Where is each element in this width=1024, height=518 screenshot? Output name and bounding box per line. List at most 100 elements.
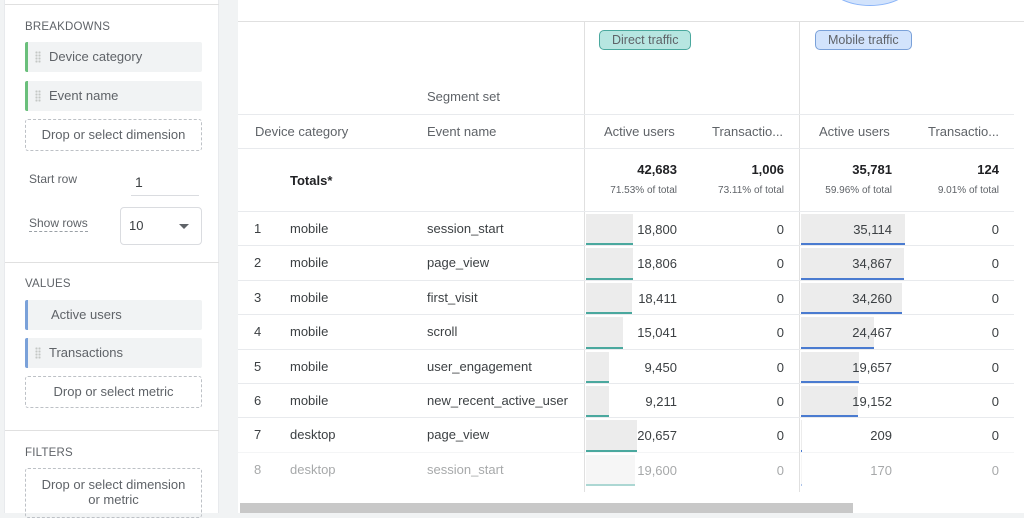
table-row[interactable]: 6 mobile new_recent_active_user 9,211 0 19,15…	[238, 383, 1024, 418]
cell-active-users-mobile: 19,152	[852, 394, 892, 409]
segment-venn-shape	[828, 0, 912, 6]
next-column-edge	[1014, 22, 1024, 492]
table-row[interactable]: 2 mobile page_view 18,806 0 34,867 0	[238, 245, 1024, 280]
cell-active-users-direct: 9,211	[645, 394, 677, 409]
show-rows-label: Show rows	[29, 216, 88, 232]
breakdowns-title: BREAKDOWNS	[25, 21, 111, 33]
horizontal-scrollbar[interactable]	[240, 503, 853, 513]
breakdown-chip-event-name[interactable]: Event name	[25, 81, 202, 111]
cell-transactions-mobile: 0	[991, 428, 999, 444]
column-header-active-users-direct[interactable]: Active users	[604, 124, 675, 139]
column-header-transactions-mobile[interactable]: Transactio...	[928, 124, 999, 139]
breakdown-chip-device-category[interactable]: Device category	[25, 42, 202, 72]
cell-event-name: scroll	[427, 324, 458, 340]
filters-title: FILTERS	[25, 447, 73, 459]
table-row[interactable]: 7 desktop page_view 20,657 0 209 0	[238, 417, 1024, 452]
table-row[interactable]: 1 mobile session_start 18,800 0 35,114 0	[238, 211, 1024, 246]
total-pct-active-users-direct: 71.53% of total	[610, 185, 677, 196]
cell-event-name: page_view	[427, 427, 490, 443]
breakdowns-section: BREAKDOWNS Device category Event name Dr…	[5, 4, 219, 262]
cell-active-users-mobile: 35,114	[853, 222, 892, 237]
cell-device-category: mobile	[290, 324, 329, 340]
segment-badge-mobile-traffic[interactable]: Mobile traffic	[815, 30, 912, 50]
cell-active-users-direct: 20,657	[637, 428, 677, 444]
cell-transactions-mobile: 0	[991, 359, 999, 375]
total-transactions-mobile: 124	[977, 162, 999, 177]
cell-active-users-mobile: 209	[870, 428, 892, 444]
show-rows-label-text: Show rows	[29, 216, 88, 232]
cell-device-category: desktop	[290, 461, 336, 477]
cell-transactions-direct: 0	[776, 394, 784, 409]
row-number: 4	[254, 324, 262, 340]
cell-active-users-mobile: 34,260	[852, 290, 892, 306]
totals-label: Totals*	[290, 173, 333, 188]
drop-metric-zone[interactable]: Drop or select metric	[25, 376, 202, 408]
table-row[interactable]: 8 desktop session_start 19,600 0 170 0	[238, 451, 1024, 487]
cell-event-name: user_engagement	[427, 358, 532, 374]
free-form-table: Direct traffic Mobile traffic Segment se…	[238, 0, 1024, 513]
column-header-transactions-direct[interactable]: Transactio...	[712, 124, 783, 139]
total-transactions-direct: 1,006	[751, 162, 784, 177]
row-divider	[238, 148, 1024, 149]
start-row-input[interactable]: 1	[131, 168, 199, 196]
cell-transactions-direct: 0	[776, 222, 784, 237]
cell-transactions-mobile: 0	[991, 256, 999, 272]
cell-transactions-direct: 0	[776, 325, 784, 341]
column-header-event-name[interactable]: Event name	[427, 124, 496, 139]
row-number: 7	[254, 427, 262, 443]
table-row[interactable]: 3 mobile first_visit 18,411 0 34,260 0	[238, 279, 1024, 315]
cell-transactions-direct: 0	[776, 290, 784, 306]
table-row[interactable]: 5 mobile user_engagement 9,450 0 19,657 0	[238, 348, 1024, 383]
filters-section: FILTERS Drop or select dimension or metr…	[5, 430, 219, 518]
row-number: 2	[254, 255, 262, 271]
cell-active-users-direct: 18,806	[637, 256, 677, 272]
row-number: 1	[254, 221, 262, 236]
cell-event-name: first_visit	[427, 289, 478, 305]
cell-active-users-mobile: 24,467	[852, 325, 892, 341]
value-chip-transactions[interactable]: Transactions	[25, 338, 202, 368]
total-active-users-mobile: 35,781	[852, 162, 892, 177]
cell-transactions-mobile: 0	[991, 325, 999, 341]
cell-active-users-direct: 15,041	[637, 325, 677, 341]
chevron-down-icon	[179, 224, 189, 229]
drop-filter-zone[interactable]: Drop or select dimension or metric	[25, 468, 202, 518]
segment-set-label: Segment set	[427, 89, 500, 104]
cell-event-name: session_start	[427, 461, 504, 477]
table-row[interactable]: 4 mobile scroll 15,041 0 24,467 0	[238, 314, 1024, 349]
total-pct-active-users-mobile: 59.96% of total	[825, 185, 892, 196]
cell-event-name: page_view	[427, 255, 490, 271]
cell-transactions-mobile: 0	[991, 222, 999, 237]
canvas-top-area	[238, 0, 1024, 22]
chip-label: Active users	[51, 307, 122, 322]
cell-device-category: desktop	[290, 427, 336, 443]
cell-device-category: mobile	[290, 255, 329, 271]
cell-transactions-mobile: 0	[991, 290, 999, 306]
cell-active-users-mobile: 34,867	[852, 256, 892, 272]
cell-device-category: mobile	[290, 221, 329, 236]
row-divider	[238, 114, 1024, 115]
cell-transactions-direct: 0	[776, 359, 784, 375]
show-rows-select[interactable]: 10	[120, 207, 202, 245]
row-number: 6	[254, 393, 262, 408]
row-number: 8	[254, 461, 262, 477]
values-section: VALUES Active users Transactions Drop or…	[5, 262, 219, 430]
drop-dimension-zone[interactable]: Drop or select dimension	[25, 119, 202, 151]
row-number: 3	[254, 289, 262, 305]
cell-transactions-direct: 0	[776, 428, 784, 444]
show-rows-value: 10	[129, 218, 144, 233]
cell-device-category: mobile	[290, 289, 329, 305]
segment-badge-direct-traffic[interactable]: Direct traffic	[599, 30, 692, 50]
cell-active-users-direct: 18,411	[638, 290, 677, 306]
chip-label: Transactions	[49, 345, 123, 360]
drag-handle-icon[interactable]	[35, 90, 41, 102]
cell-event-name: session_start	[427, 221, 504, 236]
drag-handle-icon[interactable]	[35, 51, 41, 63]
cell-active-users-direct: 19,600	[637, 462, 677, 478]
cell-active-users-direct: 18,800	[637, 222, 677, 237]
value-chip-active-users[interactable]: Active users	[25, 300, 202, 330]
column-header-active-users-mobile[interactable]: Active users	[819, 124, 890, 139]
column-header-device-category[interactable]: Device category	[255, 124, 348, 139]
drag-handle-icon[interactable]	[35, 347, 41, 359]
chip-label: Event name	[49, 88, 119, 103]
total-pct-transactions-direct: 73.11% of total	[718, 185, 784, 196]
